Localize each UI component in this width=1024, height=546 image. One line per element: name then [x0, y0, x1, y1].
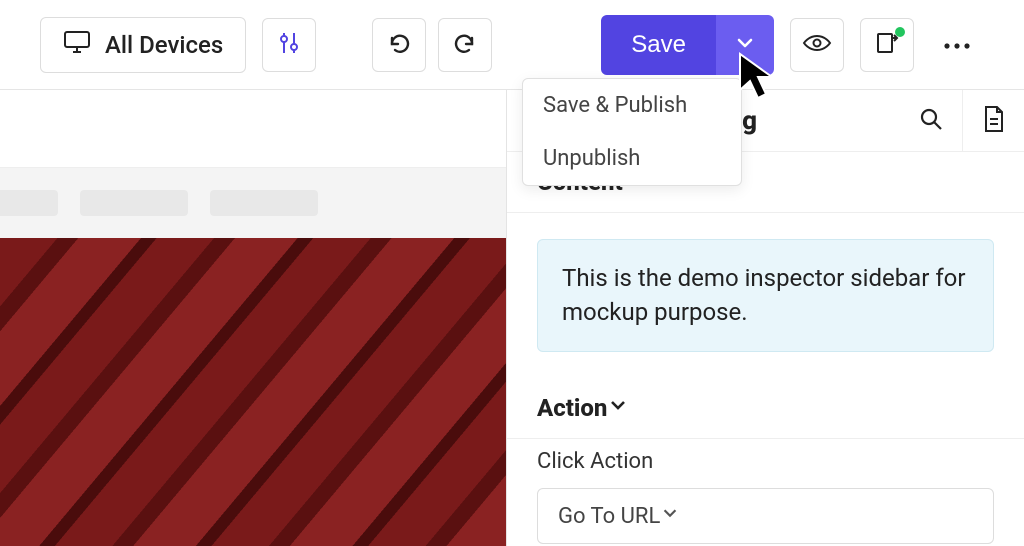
workspace: ng Content — [0, 90, 1024, 546]
save-dropdown-menu: Save & Publish Unpublish — [522, 78, 742, 186]
chevron-down-icon — [607, 394, 629, 422]
placeholder-block — [210, 190, 318, 216]
canvas-header — [0, 90, 506, 168]
monitor-icon — [63, 30, 91, 60]
save-split-button: Save — [601, 15, 774, 75]
search-icon — [918, 106, 944, 136]
placeholder-row — [0, 168, 506, 238]
sidebar-document-button[interactable] — [962, 90, 1024, 152]
eye-icon — [802, 33, 832, 57]
status-dot-icon — [895, 27, 905, 37]
preview-button[interactable] — [790, 18, 844, 72]
export-button[interactable] — [860, 18, 914, 72]
save-button[interactable]: Save — [601, 15, 716, 75]
device-selector-button[interactable]: All Devices — [40, 17, 246, 73]
section-action-toggle[interactable]: Action — [507, 378, 1024, 439]
click-action-label: Click Action — [507, 439, 1024, 482]
placeholder-block — [0, 190, 58, 216]
more-horizontal-icon — [942, 35, 972, 54]
undo-button[interactable] — [372, 18, 426, 72]
redo-button[interactable] — [438, 18, 492, 72]
sliders-icon — [276, 30, 302, 60]
top-toolbar: All Devices — [0, 0, 1024, 90]
inspector-info-note: This is the demo inspector sidebar for m… — [537, 239, 994, 352]
history-group — [372, 18, 492, 72]
placeholder-block — [80, 190, 188, 216]
menu-item-unpublish[interactable]: Unpublish — [523, 132, 741, 185]
settings-sliders-button[interactable] — [262, 18, 316, 72]
click-action-value: Go To URL — [558, 504, 660, 529]
menu-item-save-publish[interactable]: Save & Publish — [523, 79, 741, 132]
toolbar-left-group: All Devices — [40, 17, 492, 73]
save-dropdown-toggle[interactable] — [716, 15, 774, 75]
section-action-label: Action — [537, 394, 607, 422]
chevron-down-icon — [734, 32, 756, 58]
device-label: All Devices — [105, 31, 223, 59]
undo-icon — [386, 30, 412, 60]
canvas-area — [0, 90, 506, 546]
document-icon — [982, 105, 1006, 137]
redo-icon — [452, 30, 478, 60]
sidebar-search-button[interactable] — [900, 90, 962, 152]
toolbar-right-group: Save — [601, 15, 984, 75]
chevron-down-icon — [660, 503, 680, 529]
hero-image-preview[interactable] — [0, 238, 506, 546]
more-menu-button[interactable] — [930, 18, 984, 72]
click-action-select[interactable]: Go To URL — [537, 488, 994, 544]
